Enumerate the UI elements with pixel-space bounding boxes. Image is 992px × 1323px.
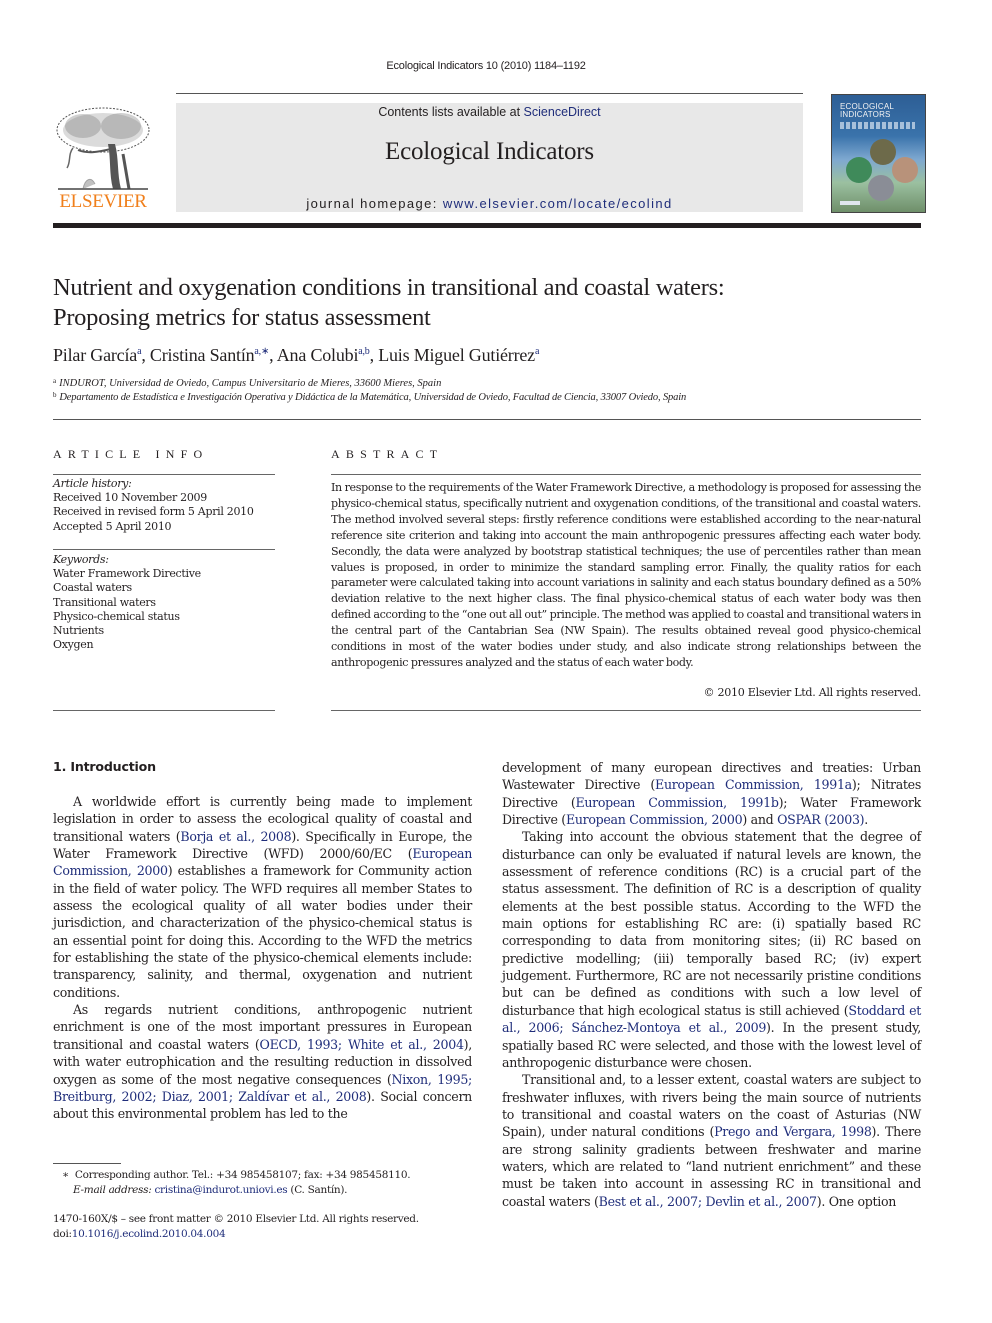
cover-photo-book [892, 157, 918, 183]
article-history-label: Article history: [53, 477, 132, 490]
footnote-divider [53, 1163, 121, 1164]
section-heading-introduction: 1. Introduction [53, 759, 156, 774]
journal-banner: Contents lists available at ScienceDirec… [176, 103, 803, 212]
elsevier-logo[interactable]: ELSEVIER [53, 104, 153, 214]
citation-link[interactable]: Best et al., 2007; Devlin et al., 2007 [599, 1194, 817, 1209]
header-divider [176, 93, 803, 94]
author-name[interactable]: Pilar García [53, 345, 137, 365]
homepage-prefix: journal homepage: [306, 196, 443, 211]
journal-reference: Ecological Indicators 10 (2010) 1184–119… [386, 60, 586, 72]
journal-homepage: journal homepage: www.elsevier.com/locat… [176, 196, 803, 211]
cover-photo-lab [868, 175, 894, 201]
affiliation-a: a INDUROT, Universidad de Oviedo, Campus … [53, 377, 441, 389]
corresponding-author-text: Corresponding author. Tel.: +34 98545810… [74, 1169, 411, 1181]
abstract-bottom-divider [331, 710, 921, 711]
citation-link[interactable]: Borja et al., 2008 [180, 829, 291, 844]
homepage-link[interactable]: www.elsevier.com/locate/ecolind [443, 196, 673, 211]
body-paragraph: Taking into account the obvious statemen… [502, 828, 921, 1071]
email-suffix: (C. Santín). [287, 1183, 348, 1196]
abstract-heading: ABSTRACT [331, 447, 444, 461]
footnote-marker: ∗ [62, 1169, 69, 1181]
citation-link[interactable]: European Commission, 1991b [575, 795, 778, 810]
citation-link[interactable]: Prego and Vergara, 1998 [714, 1124, 872, 1139]
journal-title: Ecological Indicators [385, 138, 594, 165]
history-accepted: Accepted 5 April 2010 [53, 519, 172, 533]
abstract-text: In response to the requirements of the W… [331, 481, 921, 669]
cover-title-line2: INDICATORS [840, 110, 891, 119]
citation-link[interactable]: European Commission, 1991a [655, 777, 852, 792]
keywords-divider [53, 549, 275, 550]
corresponding-author-footnote: ∗ Corresponding author. Tel.: +34 985458… [62, 1168, 411, 1197]
author-name[interactable]: Cristina Santín [150, 345, 255, 365]
citation-link[interactable]: OECD, 1993; White et al., 2004 [260, 1037, 464, 1052]
body-text: . [864, 812, 868, 828]
abstract-copyright: © 2010 Elsevier Ltd. All rights reserved… [703, 686, 922, 699]
author-list: Pilar Garcíaa, Cristina Santína,∗, Ana C… [53, 345, 540, 365]
body-column-left: A worldwide effort is currently being ma… [53, 793, 472, 1123]
keywords-label: Keywords: [53, 553, 109, 566]
front-matter: 1470-160X/$ – see front matter © 2010 El… [53, 1212, 419, 1241]
keyword-item: Oxygen [53, 638, 94, 652]
body-column-right: development of many european directives … [502, 759, 921, 1210]
keyword-item: Coastal waters [53, 581, 132, 595]
body-paragraph: development of many european directives … [502, 759, 921, 828]
body-paragraph: Transitional and, to a lesser extent, co… [502, 1071, 921, 1210]
article-history: Article history: Received 10 November 20… [53, 477, 275, 534]
article-info-bottom-divider [53, 710, 275, 711]
affiliation-key: b [53, 391, 57, 399]
doi-prefix: doi: [53, 1227, 72, 1240]
keywords: Keywords: Water Framework Directive Coas… [53, 553, 275, 652]
citation-link[interactable]: OSPAR (2003) [777, 812, 864, 827]
body-text: ) establishes a framework for Community … [53, 863, 472, 1000]
authors-divider [53, 419, 921, 420]
keyword-item: Water Framework Directive [53, 567, 201, 581]
body-text: ). One option [816, 1193, 897, 1209]
author-affiliation-marker[interactable]: a,∗ [254, 346, 269, 357]
cover-photo-moss [846, 157, 872, 183]
affiliation-text: Departamento de Estadística e Investigac… [59, 392, 687, 403]
journal-cover-image[interactable]: ECOLOGICAL INDICATORS [831, 94, 926, 213]
article-title: Nutrient and oxygenation conditions in t… [53, 273, 933, 333]
affiliation-b: b Departamento de Estadística e Investiga… [53, 391, 686, 403]
author-email-link[interactable]: cristina@indurot.uniovi.es [154, 1184, 287, 1196]
contents-line: Contents lists available at ScienceDirec… [176, 105, 803, 119]
keyword-item: Nutrients [53, 624, 104, 638]
affiliation-text: INDUROT, Universidad de Oviedo, Campus U… [59, 378, 442, 389]
history-revised: Received in revised form 5 April 2010 [53, 505, 254, 519]
abstract-divider [331, 474, 921, 475]
contents-prefix: Contents lists available at [378, 105, 524, 119]
article-info-divider [53, 474, 275, 475]
affiliation-key: a [53, 377, 57, 385]
body-text: Taking into account the obvious statemen… [502, 829, 921, 1018]
history-received: Received 10 November 2009 [53, 491, 207, 505]
body-text: ) and [742, 812, 778, 828]
header-thick-divider [53, 223, 921, 228]
issn-line: 1470-160X/$ – see front matter © 2010 El… [53, 1213, 419, 1225]
cover-title: ECOLOGICAL INDICATORS [840, 103, 894, 119]
doi-link[interactable]: 10.1016/j.ecolind.2010.04.004 [72, 1228, 226, 1240]
citation-link[interactable]: European Commission, 2000 [566, 812, 743, 827]
author-affiliation-marker[interactable]: a [137, 346, 141, 357]
sciencedirect-link[interactable]: ScienceDirect [524, 105, 601, 119]
cover-footer [840, 201, 860, 205]
body-paragraph: As regards nutrient conditions, anthropo… [53, 1001, 472, 1122]
body-paragraph: A worldwide effort is currently being ma… [53, 793, 472, 1001]
article-info-heading: ARTICLE INFO [53, 447, 209, 461]
author-affiliation-marker[interactable]: a,b [358, 346, 370, 357]
keyword-item: Transitional waters [53, 595, 156, 609]
tree-logo-icon [56, 107, 150, 190]
keyword-item: Physico-chemical status [53, 609, 180, 623]
cover-photo-rock [870, 139, 896, 165]
article-title-line2: Proposing metrics for status assessment [53, 304, 431, 331]
elsevier-wordmark: ELSEVIER [59, 191, 147, 212]
article-title-line1: Nutrient and oxygenation conditions in t… [53, 274, 725, 301]
email-label: E-mail address: [73, 1183, 155, 1196]
cover-subtitle [840, 122, 915, 129]
author-name[interactable]: Luis Miguel Gutiérrez [378, 345, 535, 365]
author-name[interactable]: Ana Colubi [277, 345, 359, 365]
author-affiliation-marker[interactable]: a [535, 346, 539, 357]
